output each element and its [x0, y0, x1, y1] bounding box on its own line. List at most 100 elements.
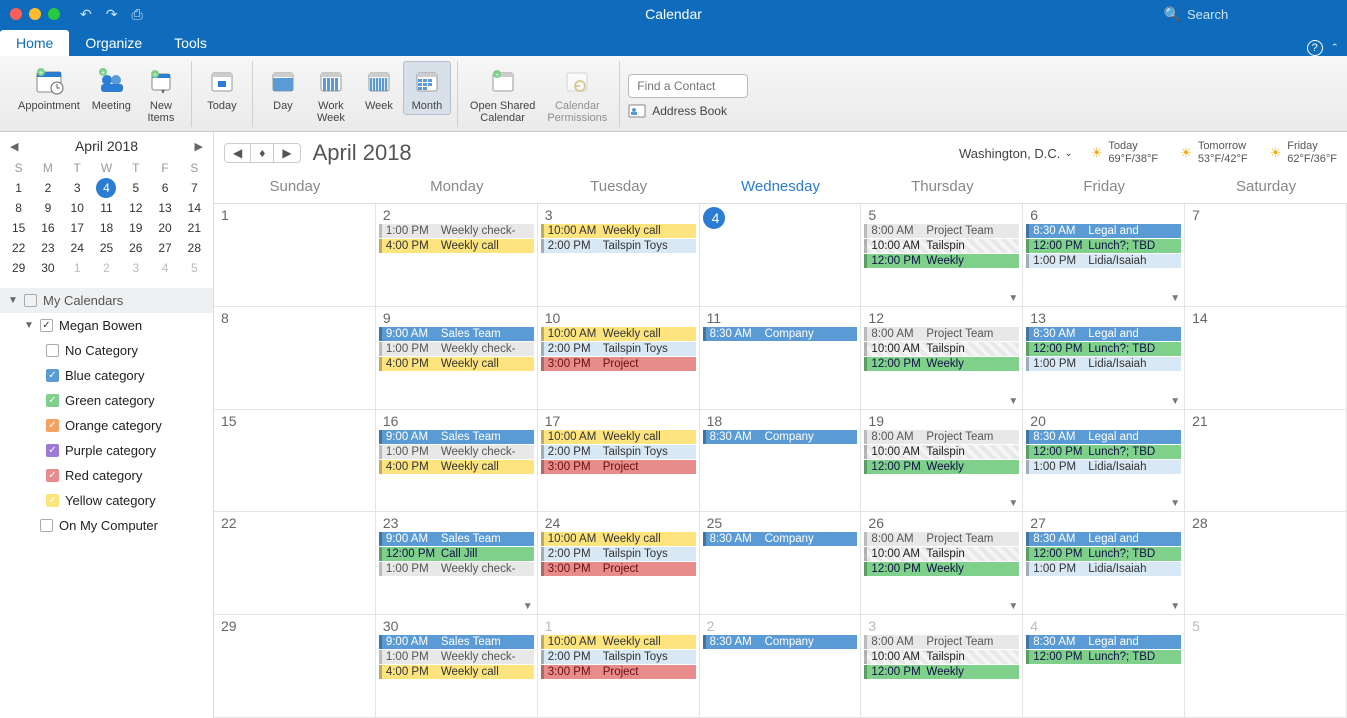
event[interactable]: 8:00 AMProject Team [864, 224, 1019, 238]
mini-day[interactable]: 9 [33, 198, 62, 218]
day-cell[interactable]: 1010:00 AMWeekly call2:00 PMTailspin Toy… [538, 307, 700, 410]
checkbox-icon[interactable] [46, 344, 59, 357]
event[interactable]: 4:00 PMWeekly call [379, 357, 534, 371]
tree-owner[interactable]: ▼ ✓ Megan Bowen [0, 313, 213, 338]
day-cell[interactable]: 128:00 AMProject Team10:00 AMTailspin12:… [861, 307, 1023, 410]
location-selector[interactable]: Washington, D.C. ⌄ [959, 146, 1073, 161]
checkbox-icon[interactable]: ✓ [46, 419, 59, 432]
day-cell[interactable]: 309:00 AMSales Team1:00 PMWeekly check-4… [376, 615, 538, 718]
event[interactable]: 2:00 PMTailspin Toys [541, 547, 696, 561]
nav-next-icon[interactable]: ▶ [274, 144, 299, 162]
day-cell[interactable]: 68:30 AMLegal and12:00 PMLunch?; TBD1:00… [1023, 204, 1185, 307]
mini-day[interactable]: 2 [33, 178, 62, 198]
event[interactable]: 3:00 PMProject [541, 562, 696, 576]
nav-today-icon[interactable]: ♦ [251, 144, 274, 162]
calendar-permissions-button[interactable]: Calendar Permissions [541, 61, 613, 127]
mini-day[interactable]: 18 [92, 218, 121, 238]
mini-day[interactable]: 12 [121, 198, 150, 218]
search-box[interactable]: 🔍 [1164, 6, 1337, 23]
mini-day[interactable]: 3 [63, 178, 92, 198]
day-cell[interactable]: 5 [1185, 615, 1347, 718]
event[interactable]: 8:00 AMProject Team [864, 532, 1019, 546]
print-icon[interactable]: ⎙ [131, 6, 142, 23]
day-cell[interactable]: 48:30 AMLegal and12:00 PMLunch?; TBD [1023, 615, 1185, 718]
day-cell[interactable]: 110:00 AMWeekly call2:00 PMTailspin Toys… [538, 615, 700, 718]
address-book-button[interactable]: Address Book [628, 104, 748, 118]
event[interactable]: 4:00 PMWeekly call [379, 460, 534, 474]
event[interactable]: 10:00 AMTailspin [864, 650, 1019, 664]
event[interactable]: 1:00 PMWeekly check- [379, 224, 534, 238]
day-cell[interactable]: 28:30 AMCompany [700, 615, 862, 718]
day-view-button[interactable]: Day [259, 61, 307, 115]
category-row[interactable]: ✓Green category [0, 388, 213, 413]
day-cell[interactable]: 268:00 AMProject Team10:00 AMTailspin12:… [861, 512, 1023, 615]
event[interactable]: 9:00 AMSales Team [379, 532, 534, 546]
mini-day[interactable]: 11 [92, 198, 121, 218]
maximize-window-icon[interactable] [48, 8, 60, 20]
day-cell[interactable]: 118:30 AMCompany [700, 307, 862, 410]
event[interactable]: 1:00 PMWeekly check- [379, 445, 534, 459]
new-items-button[interactable]: +▾ New Items [137, 61, 185, 127]
mini-day[interactable]: 19 [121, 218, 150, 238]
event[interactable]: 1:00 PMWeekly check- [379, 650, 534, 664]
event[interactable]: 3:00 PMProject [541, 665, 696, 679]
event[interactable]: 10:00 AMWeekly call [541, 327, 696, 341]
mini-day[interactable]: 24 [63, 238, 92, 258]
day-cell[interactable]: 21 [1185, 410, 1347, 513]
mini-day[interactable]: 1 [63, 258, 92, 278]
day-cell[interactable]: 138:30 AMLegal and12:00 PMLunch?; TBD1:0… [1023, 307, 1185, 410]
more-events-icon[interactable]: ▼ [1008, 293, 1018, 304]
event[interactable]: 10:00 AMWeekly call [541, 532, 696, 546]
event[interactable]: 1:00 PMLidia/Isaiah [1026, 254, 1181, 268]
category-row[interactable]: No Category [0, 338, 213, 363]
event[interactable]: 12:00 PMLunch?; TBD [1026, 547, 1181, 561]
event[interactable]: 1:00 PMLidia/Isaiah [1026, 357, 1181, 371]
mini-day[interactable]: 26 [121, 238, 150, 258]
nav-prev-icon[interactable]: ◀ [225, 144, 251, 162]
more-events-icon[interactable]: ▼ [1170, 396, 1180, 407]
more-events-icon[interactable]: ▼ [523, 601, 533, 612]
mini-day[interactable]: 10 [63, 198, 92, 218]
open-shared-calendar-button[interactable]: + Open Shared Calendar [464, 61, 541, 127]
mini-day[interactable]: 1 [4, 178, 33, 198]
day-cell[interactable]: 198:00 AMProject Team10:00 AMTailspin12:… [861, 410, 1023, 513]
event[interactable]: 8:00 AMProject Team [864, 327, 1019, 341]
redo-icon[interactable]: ↷ [106, 6, 118, 23]
category-row[interactable]: ✓Orange category [0, 413, 213, 438]
event[interactable]: 12:00 PMWeekly [864, 665, 1019, 679]
checkbox-icon[interactable] [24, 294, 37, 307]
day-cell[interactable]: 4 [700, 204, 862, 307]
tab-tools[interactable]: Tools [158, 30, 223, 56]
mini-day[interactable]: 20 [150, 218, 179, 238]
mini-day[interactable]: 28 [180, 238, 209, 258]
event[interactable]: 9:00 AMSales Team [379, 430, 534, 444]
checkbox-icon[interactable]: ✓ [40, 319, 53, 332]
more-events-icon[interactable]: ▼ [1008, 601, 1018, 612]
day-cell[interactable]: 2410:00 AMWeekly call2:00 PMTailspin Toy… [538, 512, 700, 615]
checkbox-icon[interactable]: ✓ [46, 469, 59, 482]
event[interactable]: 12:00 PMWeekly [864, 254, 1019, 268]
mini-day[interactable]: 21 [180, 218, 209, 238]
day-cell[interactable]: 29 [214, 615, 376, 718]
mini-day[interactable]: 7 [180, 178, 209, 198]
today-button[interactable]: Today [198, 61, 246, 115]
more-events-icon[interactable]: ▼ [1008, 498, 1018, 509]
event[interactable]: 8:30 AMCompany [703, 532, 858, 546]
day-cell[interactable]: 1710:00 AMWeekly call2:00 PMTailspin Toy… [538, 410, 700, 513]
event[interactable]: 1:00 PMLidia/Isaiah [1026, 562, 1181, 576]
mini-day[interactable]: 16 [33, 218, 62, 238]
day-cell[interactable]: 99:00 AMSales Team1:00 PMWeekly check-4:… [376, 307, 538, 410]
event[interactable]: 12:00 PMCall Jill [379, 547, 534, 561]
more-events-icon[interactable]: ▼ [1170, 601, 1180, 612]
mini-day[interactable]: 8 [4, 198, 33, 218]
day-cell[interactable]: 258:30 AMCompany [700, 512, 862, 615]
checkbox-icon[interactable]: ✓ [46, 494, 59, 507]
event[interactable]: 10:00 AMTailspin [864, 547, 1019, 561]
mini-day[interactable]: 5 [180, 258, 209, 278]
mini-day[interactable]: 4 [150, 258, 179, 278]
month-view-button[interactable]: Month [403, 61, 451, 115]
tab-organize[interactable]: Organize [69, 30, 158, 56]
minimize-window-icon[interactable] [29, 8, 41, 20]
find-contact-input[interactable] [628, 74, 748, 98]
category-row[interactable]: ✓Blue category [0, 363, 213, 388]
